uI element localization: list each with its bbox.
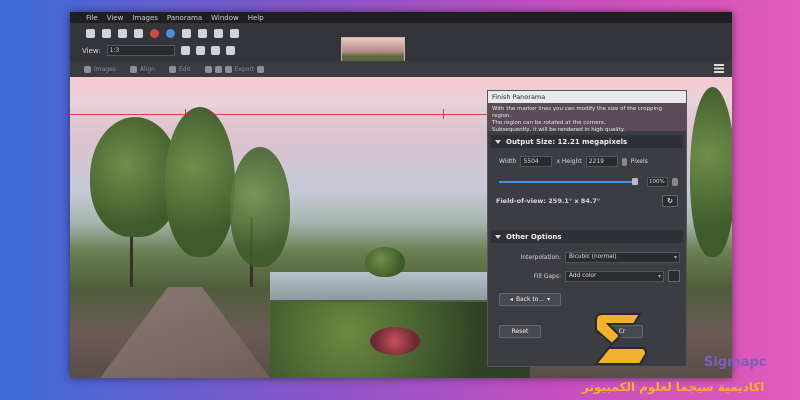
willow-tree xyxy=(230,147,290,267)
toolbar-icons xyxy=(86,29,239,38)
interpolation-label: Interpolation: xyxy=(520,254,561,261)
other-options-header[interactable]: Other Options xyxy=(491,230,683,243)
other-options-label: Other Options xyxy=(506,232,562,241)
chevron-down-icon xyxy=(495,234,501,239)
crop-marker-line[interactable] xyxy=(70,114,490,115)
preview-icon[interactable] xyxy=(225,46,235,55)
export-icon xyxy=(224,65,232,73)
step-images-label: Images xyxy=(94,65,116,73)
dialog-title: Finish Panorama xyxy=(488,91,686,103)
save-icon[interactable] xyxy=(134,29,143,38)
arabic-watermark: اكاديمية سيجما لعلوم الكمبيوتر xyxy=(582,380,765,394)
output-size-label: Output Size: 12.21 megapixels xyxy=(506,137,628,146)
fill-gaps-row: Fill Gaps: Add color xyxy=(488,270,686,282)
step-edit[interactable]: Edit xyxy=(168,65,191,73)
slider-handle[interactable] xyxy=(632,178,638,185)
open-project-icon[interactable] xyxy=(118,29,127,38)
arrow-left-icon: ◂ xyxy=(509,296,513,303)
sigma-logo-icon xyxy=(593,313,648,365)
finish-panorama-dialog: Finish Panorama With the marker lines yo… xyxy=(487,90,687,367)
step-align[interactable]: Align xyxy=(129,65,155,73)
reset-fov-button[interactable]: ↻ xyxy=(662,195,678,207)
size-row: Width 5504 x Height 2219 Pixels xyxy=(499,156,686,167)
chevron-down-icon xyxy=(495,139,501,144)
menu-window[interactable]: Window xyxy=(211,14,239,22)
fill-gaps-label: Fill Gaps: xyxy=(533,272,561,280)
open-images-icon[interactable] xyxy=(86,29,95,38)
share-icon[interactable] xyxy=(214,29,223,38)
new-project-icon[interactable] xyxy=(102,29,111,38)
interpolation-select[interactable]: Bicubic (normal) xyxy=(565,252,680,263)
crop-marker-handle[interactable] xyxy=(443,109,444,119)
menu-images[interactable]: Images xyxy=(132,14,158,22)
workflow-steps: Images Align Edit Export xyxy=(70,61,732,77)
chevron-down-icon: ▾ xyxy=(547,296,551,303)
interpolation-row: Interpolation: Bicubic (normal) xyxy=(488,252,686,263)
toolbar: View: 1:3 xyxy=(70,23,732,69)
images-icon xyxy=(84,65,91,73)
field-of-view-label: Field-of-view: 259.1° x 84.7° xyxy=(496,197,601,205)
rotate-icon[interactable] xyxy=(180,46,190,55)
dialog-description: With the marker lines you can modify the… xyxy=(488,103,686,133)
reset-arrow-icon: ↻ xyxy=(667,197,673,205)
stone-path xyxy=(100,287,270,378)
scale-percent-field[interactable]: 100% xyxy=(647,177,668,187)
step-align-label: Align xyxy=(139,65,155,73)
description-line: Subsequently, it will be rendered in hig… xyxy=(492,127,625,133)
height-field[interactable]: 2219 xyxy=(585,156,618,167)
menu-bar: File View Images Panorama Window Help xyxy=(70,12,732,23)
layers-icon[interactable] xyxy=(230,29,239,38)
view-label: View: xyxy=(82,46,101,55)
menu-panorama[interactable]: Panorama xyxy=(167,14,202,22)
description-line: With the marker lines you can modify the… xyxy=(492,106,663,119)
red-flowers xyxy=(370,327,420,355)
hamburger-menu-icon[interactable] xyxy=(714,64,724,73)
view-zoom-select[interactable]: 1:3 xyxy=(106,45,175,56)
fov-row: Field-of-view: 259.1° x 84.7° ↻ xyxy=(496,195,678,207)
fit-icon[interactable] xyxy=(210,46,220,55)
view-row: View: 1:3 xyxy=(82,45,235,56)
crop-icon xyxy=(204,65,212,73)
width-label: Width xyxy=(499,158,517,165)
scale-slider[interactable] xyxy=(499,178,638,185)
distant-trees xyxy=(365,247,405,277)
fill-color-swatch[interactable] xyxy=(668,270,680,282)
menu-help[interactable]: Help xyxy=(248,14,264,22)
align-icon xyxy=(129,65,137,73)
spin-arrows-icon[interactable] xyxy=(672,178,678,186)
share-arrow-icon xyxy=(257,65,265,73)
step-export-label: Export xyxy=(234,65,255,73)
fill-gaps-select[interactable]: Add color xyxy=(565,270,664,282)
info-icon[interactable] xyxy=(182,29,191,38)
menu-file[interactable]: File xyxy=(86,14,98,22)
zoom-icon[interactable] xyxy=(195,46,205,55)
scale-row: 100% xyxy=(499,177,686,187)
output-size-header[interactable]: Output Size: 12.21 megapixels xyxy=(491,135,683,148)
tree xyxy=(165,107,235,257)
step-images[interactable]: Images xyxy=(84,65,116,73)
color-icon xyxy=(214,65,222,73)
back-to-button[interactable]: ◂ Back to... ▾ xyxy=(499,293,561,306)
step-edit-label: Edit xyxy=(178,65,191,73)
brand-watermark: Sigmapc xyxy=(704,355,767,370)
menu-view[interactable]: View xyxy=(107,14,124,22)
unit-label: Pixels xyxy=(630,158,648,165)
window-icon[interactable] xyxy=(198,29,207,38)
help-icon[interactable] xyxy=(166,29,175,38)
height-label: x Height xyxy=(556,158,582,165)
settings-icon[interactable] xyxy=(150,29,159,38)
description-line: The region can be rotated at the corners… xyxy=(492,120,606,126)
width-field[interactable]: 5504 xyxy=(520,156,553,167)
step-export[interactable]: Export xyxy=(204,65,265,73)
back-to-label: Back to... xyxy=(515,296,545,303)
link-icon[interactable] xyxy=(621,157,627,166)
reset-button[interactable]: Reset xyxy=(499,325,541,338)
back-row: ◂ Back to... ▾ xyxy=(499,293,686,306)
edit-icon xyxy=(168,65,176,73)
tree xyxy=(690,87,732,257)
